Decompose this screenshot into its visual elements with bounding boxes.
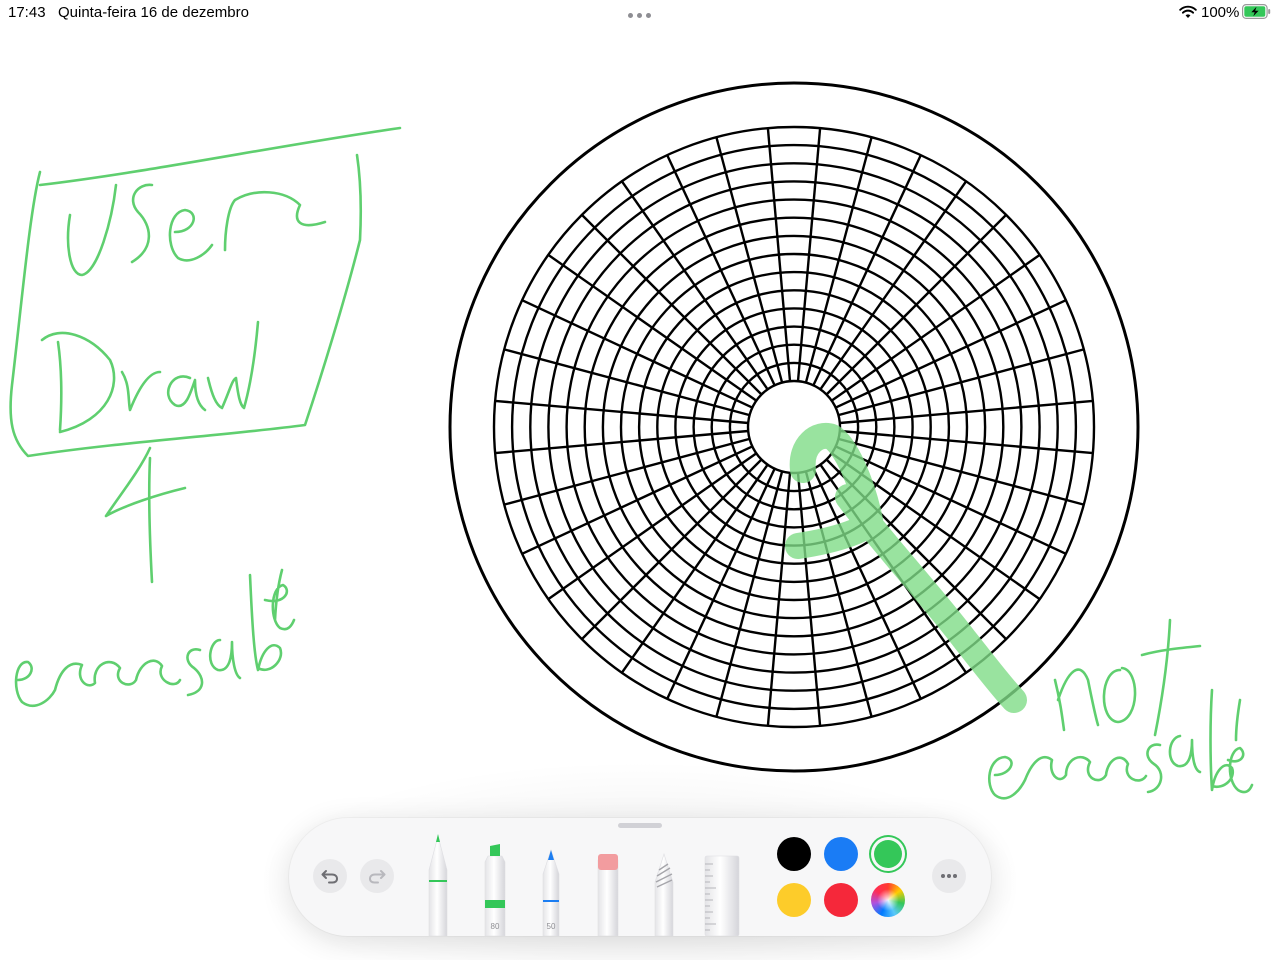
- drawing-canvas[interactable]: [0, 0, 1280, 960]
- lasso-tool-icon[interactable]: [651, 830, 677, 936]
- marker-tool-icon[interactable]: [482, 830, 508, 936]
- ellipsis-icon: [941, 874, 957, 878]
- pencil-width-label: 50: [546, 922, 556, 931]
- eraser-tool-icon[interactable]: [595, 830, 621, 936]
- circular-grid-template: [448, 81, 1140, 773]
- color-blue-swatch[interactable]: [824, 837, 858, 871]
- handwriting-erasable-left: [14, 568, 296, 708]
- undo-button[interactable]: [313, 859, 347, 893]
- palette-grabber[interactable]: [618, 823, 662, 828]
- redo-arrow-icon: [368, 870, 386, 884]
- handwriting-box: [9, 126, 402, 458]
- undo-arrow-icon: [321, 870, 339, 884]
- marker-width-label: 80: [490, 922, 500, 931]
- pencil-tool-icon[interactable]: [538, 830, 564, 936]
- handwriting-draw: [40, 320, 260, 434]
- handwriting-four: [104, 446, 187, 584]
- grid-outer-circle: [448, 81, 1140, 773]
- color-red-swatch[interactable]: [824, 883, 858, 917]
- handwriting-erasable-right: [987, 688, 1254, 800]
- color-green-swatch[interactable]: [874, 840, 902, 868]
- redo-button[interactable]: [360, 859, 394, 893]
- handwriting-not: [1053, 618, 1202, 737]
- more-options-button[interactable]: [932, 859, 966, 893]
- color-black-swatch[interactable]: [777, 837, 811, 871]
- pen-tool-icon[interactable]: [425, 830, 451, 936]
- color-wheel-icon[interactable]: [871, 883, 905, 917]
- marker-stroke: [785, 423, 1027, 713]
- ruler-tool-icon[interactable]: [703, 830, 741, 936]
- tool-palette: 80 50: [289, 818, 991, 936]
- handwriting-user: [66, 183, 327, 277]
- color-yellow-swatch[interactable]: [777, 883, 811, 917]
